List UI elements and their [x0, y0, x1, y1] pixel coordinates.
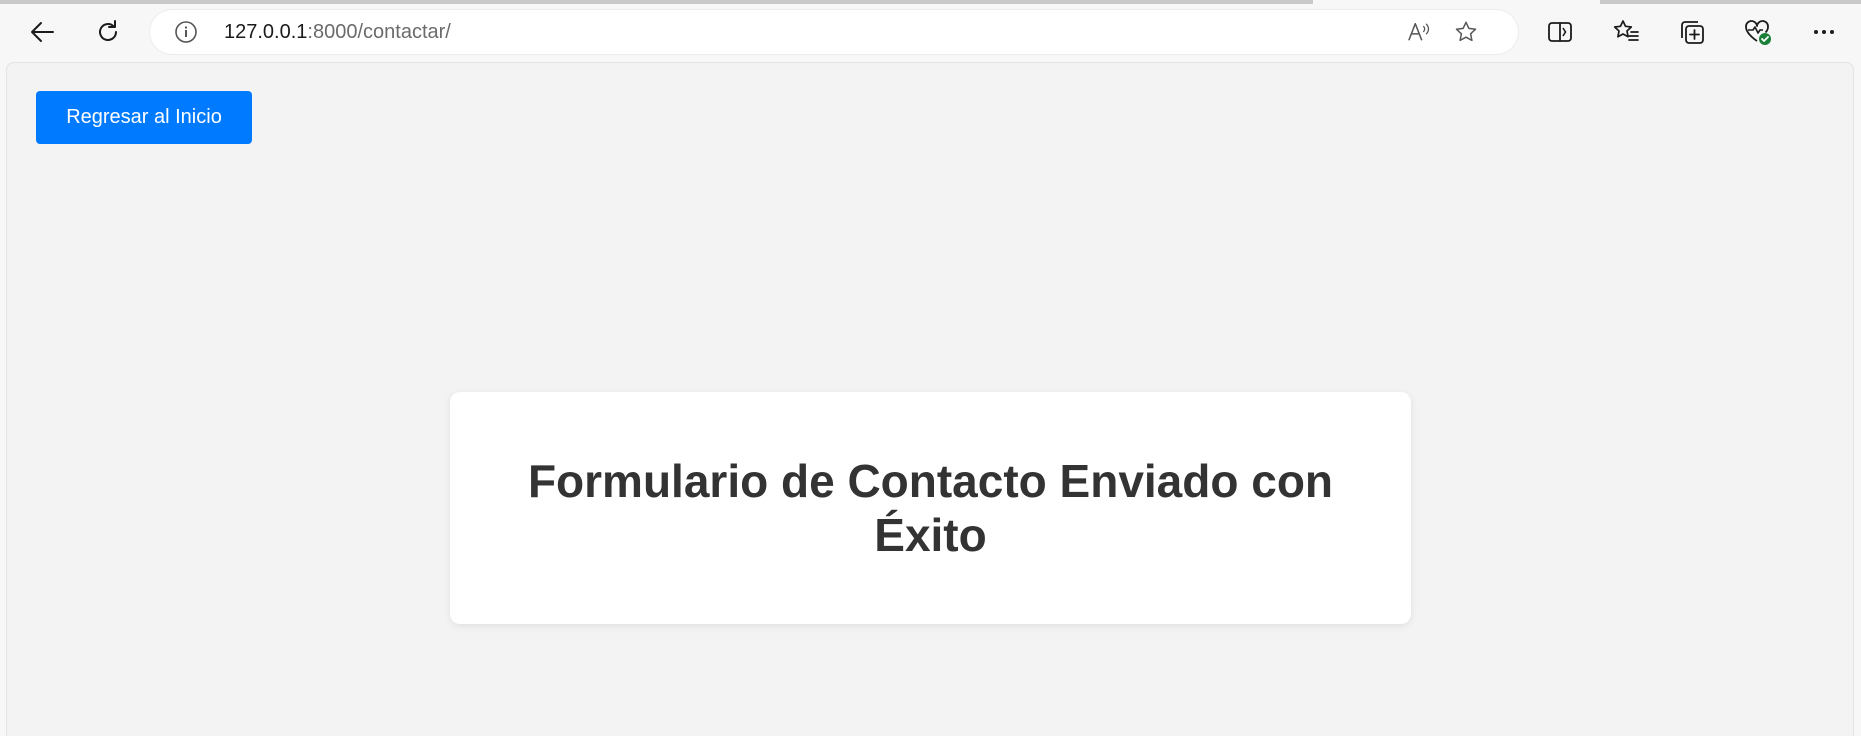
heart-pulse-icon: [1743, 17, 1773, 47]
page-content: Regresar al Inicio Formulario de Contact…: [6, 62, 1854, 736]
star-icon[interactable]: [1454, 20, 1478, 44]
collections-button[interactable]: [1672, 12, 1712, 52]
success-card: Formulario de Contacto Enviado con Éxito: [450, 392, 1411, 624]
browser-toolbar: 127.0.0.1:8000/contactar/: [0, 0, 1861, 62]
info-icon[interactable]: [174, 20, 198, 44]
tab-edge: [1600, 0, 1861, 4]
split-screen-button[interactable]: [1540, 12, 1580, 52]
more-icon: [1810, 18, 1838, 46]
browser-essentials-button[interactable]: [1738, 12, 1778, 52]
favorites-list-icon: [1612, 18, 1640, 46]
loading-bar: [0, 0, 1313, 4]
page-title: Formulario de Contacto Enviado con Éxito: [527, 455, 1334, 561]
address-bar[interactable]: 127.0.0.1:8000/contactar/: [150, 10, 1518, 54]
favorites-button[interactable]: [1606, 12, 1646, 52]
read-aloud-icon[interactable]: [1407, 20, 1431, 44]
back-arrow-icon: [28, 18, 56, 46]
refresh-icon: [94, 18, 122, 46]
url-host: 127.0.0.1: [224, 21, 308, 43]
collections-icon: [1678, 18, 1706, 46]
refresh-button[interactable]: [88, 12, 128, 52]
more-button[interactable]: [1804, 12, 1844, 52]
back-button[interactable]: [22, 12, 62, 52]
split-screen-icon: [1546, 18, 1574, 46]
tab-strip: [0, 0, 1861, 4]
back-home-button[interactable]: Regresar al Inicio: [36, 91, 252, 144]
url-path: :8000/contactar/: [307, 21, 451, 43]
url-text[interactable]: 127.0.0.1:8000/contactar/: [224, 21, 451, 43]
